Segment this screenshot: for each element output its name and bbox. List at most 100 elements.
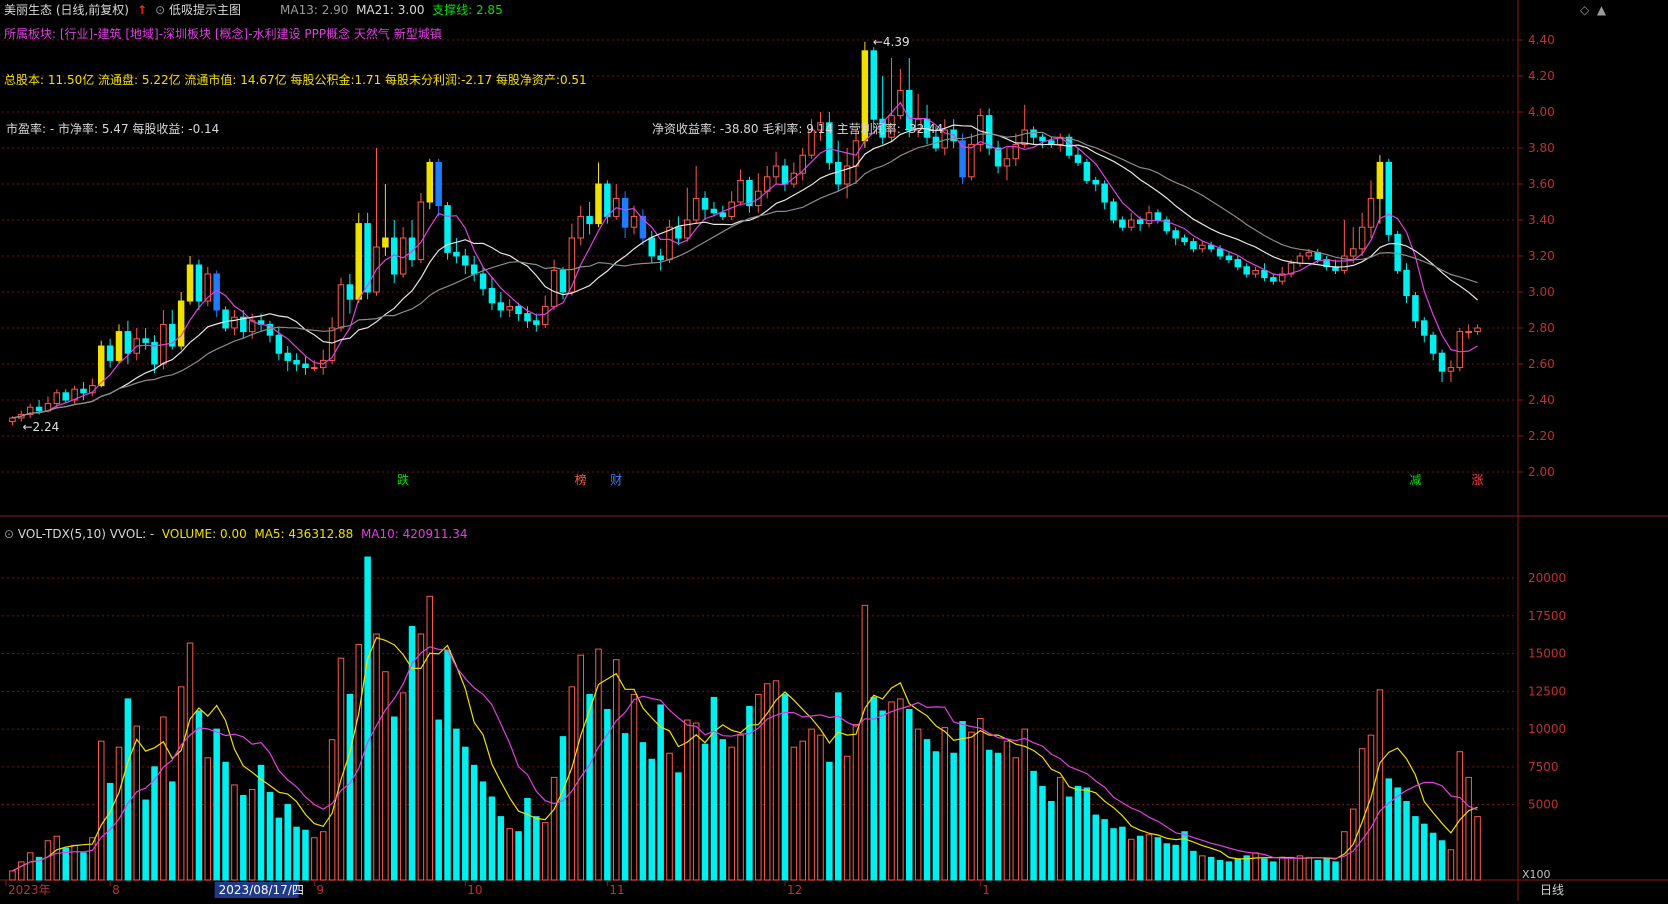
volume-bar xyxy=(559,736,567,881)
candle-body xyxy=(1385,161,1393,235)
price-tick-label: 4.40 xyxy=(1528,33,1555,47)
candle-body xyxy=(284,352,291,361)
candle-body xyxy=(1199,244,1206,250)
volume-bar xyxy=(1172,844,1179,881)
volume-bar xyxy=(257,764,265,881)
volume-bar xyxy=(373,633,380,881)
volume-bar xyxy=(1163,843,1171,881)
volume-bar xyxy=(275,817,283,881)
candle-body xyxy=(1181,237,1188,243)
volume-bar xyxy=(1065,796,1073,881)
volume-indicator-name: VOL-TDX(5,10) VVOL: - xyxy=(17,527,155,541)
scroll-up-icon[interactable]: ▲ xyxy=(1593,3,1606,17)
volume-tick-label: 15000 xyxy=(1528,647,1566,661)
volume-bar xyxy=(1030,770,1037,881)
volume-bar xyxy=(639,742,647,881)
candle-body xyxy=(355,223,362,300)
candle-body xyxy=(1261,269,1268,279)
indicator-name[interactable]: 低吸提示主图 xyxy=(169,3,241,17)
candle-body xyxy=(302,363,309,369)
price-tick-label: 3.20 xyxy=(1528,249,1555,263)
candle-body xyxy=(35,406,43,412)
header-row: 美丽生态 (日线,前复权) ↑ ⊙ 低吸提示主图 xyxy=(4,2,241,18)
volume-bar xyxy=(719,739,727,881)
volume-bar xyxy=(1287,856,1295,881)
volume-bar xyxy=(879,710,886,881)
volume-ma5: MA5: 436312.88 xyxy=(254,527,354,541)
volume-bar xyxy=(1225,861,1233,881)
candle-body xyxy=(382,237,389,248)
candle-body xyxy=(577,215,584,239)
candle-body xyxy=(550,269,558,307)
candle-body xyxy=(106,345,114,361)
volume-bar xyxy=(311,837,318,881)
volume-bar xyxy=(985,749,993,881)
candle-body xyxy=(470,264,478,275)
candle-body xyxy=(1234,259,1242,268)
price-tick-label: 3.60 xyxy=(1528,177,1555,191)
volume-bar xyxy=(71,844,78,881)
volume-ma10: MA10: 420911.34 xyxy=(360,527,468,541)
candle-body xyxy=(1136,219,1144,225)
candle-body xyxy=(621,197,629,228)
candle-body xyxy=(1216,248,1224,257)
candle-body xyxy=(115,331,123,361)
candle-body xyxy=(692,197,700,221)
candle-body xyxy=(80,388,87,394)
volume-bar xyxy=(1421,823,1428,881)
volume-bar xyxy=(577,654,584,881)
stock-title[interactable]: 美丽生态 (日线,前复权) xyxy=(4,3,129,17)
volume-bar xyxy=(1074,785,1082,881)
candle-body xyxy=(435,161,442,207)
candle-body xyxy=(1190,241,1197,250)
low-price-label: ←2.24 xyxy=(22,420,59,434)
volume-bar xyxy=(462,746,469,881)
volume-bar xyxy=(1314,859,1321,881)
volume-bar xyxy=(435,719,442,881)
volume-bar xyxy=(994,752,1002,881)
volume-bar xyxy=(1305,856,1313,881)
volume-toggle-icon[interactable]: ⊙ xyxy=(4,527,14,541)
volume-bar xyxy=(701,743,709,881)
volume-bar xyxy=(186,642,194,881)
volume-bar xyxy=(222,761,229,881)
candle-body xyxy=(781,165,789,185)
up-arrow-icon: ↑ xyxy=(132,3,152,17)
candle-body xyxy=(1021,129,1028,145)
candle-body xyxy=(346,284,354,300)
candle-body xyxy=(1394,233,1401,271)
sector-info: 所属板块: [行业]-建筑 [地域]-深圳板块 [概念]-水利建设 PPP概念 … xyxy=(4,27,442,41)
price-tick-label: 3.80 xyxy=(1528,141,1555,155)
volume-bar xyxy=(177,686,185,881)
candle-body xyxy=(311,367,318,370)
support-value: 支撑线: 2.85 xyxy=(432,3,503,17)
candle-body xyxy=(630,215,638,228)
candle-body xyxy=(328,327,336,361)
volume-bar xyxy=(843,755,851,881)
volume-bar xyxy=(1092,814,1099,881)
volume-bar xyxy=(453,728,460,881)
volume-bar xyxy=(737,734,744,881)
diamond-icon[interactable]: ◇ xyxy=(1580,3,1589,17)
candle-body xyxy=(1296,255,1304,264)
candle-body xyxy=(1305,251,1313,257)
event-marker: 财 xyxy=(610,473,622,487)
candle-body xyxy=(834,161,842,185)
candle-body xyxy=(985,115,993,149)
candle-body xyxy=(186,264,194,302)
date-label: 11 xyxy=(609,883,624,897)
volume-bar xyxy=(1261,858,1268,881)
candle-body xyxy=(9,417,16,423)
indicator-toggle-icon[interactable]: ⊙ xyxy=(155,3,165,17)
candle-body xyxy=(53,392,61,405)
candle-body xyxy=(737,179,744,203)
volume-bar xyxy=(488,796,496,881)
candle-body xyxy=(1349,248,1357,257)
volume-bar xyxy=(9,870,16,881)
volume-bar xyxy=(1056,776,1064,881)
volume-bar xyxy=(684,719,691,881)
candle-body xyxy=(1456,331,1464,369)
volume-bar xyxy=(391,716,398,881)
volume-bar xyxy=(906,708,913,881)
candle-body xyxy=(684,219,691,239)
